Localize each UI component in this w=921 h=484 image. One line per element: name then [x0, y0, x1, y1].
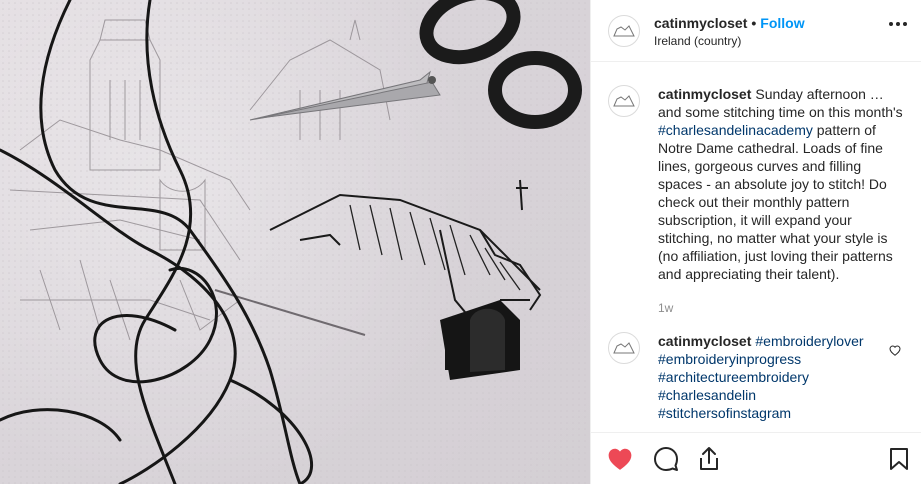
heart-outline-icon[interactable] — [889, 343, 901, 361]
comments-list: catinmycloset Sunday afternoon … and some… — [591, 62, 921, 432]
hashtag-link[interactable]: #embroiderylover — [755, 333, 863, 349]
heart-filled-icon[interactable] — [607, 447, 633, 471]
post-side-panel: catinmycloset • Follow Ireland (country)… — [590, 0, 921, 484]
hashtag-link[interactable]: #charlesandelinacademy — [658, 122, 813, 138]
comment-timestamp[interactable]: 1w — [658, 299, 908, 317]
post-photo[interactable] — [0, 0, 590, 484]
header-text: catinmycloset • Follow Ireland (country) — [654, 14, 805, 48]
avatar[interactable] — [608, 14, 640, 47]
hashtag-link[interactable]: #architectureembroidery — [658, 369, 809, 385]
post-view: catinmycloset • Follow Ireland (country)… — [0, 0, 921, 484]
follow-button[interactable]: Follow — [760, 14, 804, 32]
comment-icon[interactable] — [653, 446, 679, 472]
post-header: catinmycloset • Follow Ireland (country) — [591, 0, 921, 62]
caption-text-part-2: pattern of Notre Dame cathedral. Loads o… — [658, 122, 893, 282]
location-link[interactable]: Ireland (country) — [654, 34, 805, 48]
avatar-sketch-icon — [613, 342, 635, 354]
action-bar — [591, 432, 921, 484]
hashtag-link[interactable]: #embroideryinprogress — [658, 351, 801, 367]
hashtag-link[interactable]: #charlesandelin — [658, 387, 756, 403]
hashtag-comment: catinmycloset #embroiderylover #embroider… — [608, 332, 908, 422]
avatar[interactable] — [608, 85, 640, 117]
caption-comment: catinmycloset Sunday afternoon … and some… — [608, 85, 908, 317]
avatar[interactable] — [608, 332, 640, 364]
header-username[interactable]: catinmycloset — [654, 14, 747, 32]
avatar-sketch-icon — [613, 24, 635, 36]
comment-username[interactable]: catinmycloset — [658, 333, 751, 349]
bookmark-icon[interactable] — [889, 447, 909, 471]
more-dots-icon[interactable] — [889, 22, 907, 26]
comment-body: catinmycloset Sunday afternoon … and some… — [658, 85, 908, 317]
comment-body: catinmycloset #embroiderylover #embroider… — [658, 332, 898, 422]
hashtag-link[interactable]: #stitchersofinstagram — [658, 405, 791, 421]
avatar-sketch-icon — [613, 95, 635, 107]
header-user-row: catinmycloset • Follow — [654, 14, 805, 32]
separator-dot: • — [751, 14, 757, 31]
share-icon[interactable] — [697, 446, 721, 472]
comment-username[interactable]: catinmycloset — [658, 86, 751, 102]
embroidery-photo-illustration — [0, 0, 590, 484]
